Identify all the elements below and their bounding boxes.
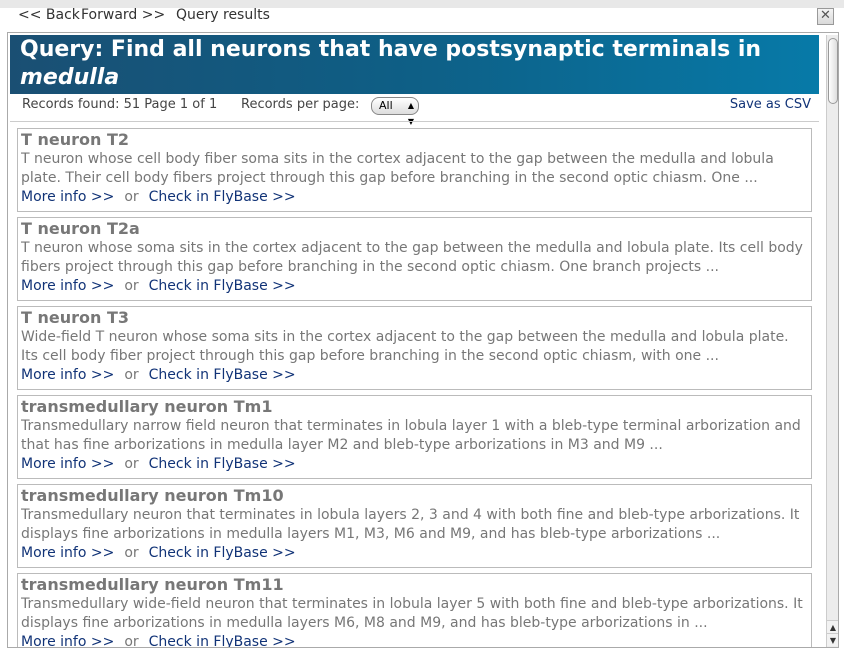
- nav-bar: << Back Forward >> Query results: [0, 5, 844, 27]
- forward-link[interactable]: Forward >>: [81, 7, 165, 23]
- save-as-csv-link[interactable]: Save as CSV: [730, 97, 811, 112]
- more-info-link[interactable]: More info >>: [21, 545, 114, 561]
- query-term-medulla: medulla: [20, 65, 120, 90]
- or-separator: or: [124, 278, 139, 294]
- page-title: Query results: [176, 7, 270, 23]
- result-description: Wide-field T neuron whose soma sits in t…: [21, 329, 789, 364]
- result-title: T neuron T3: [21, 308, 130, 327]
- result-title: transmedullary neuron Tm1: [21, 397, 273, 416]
- list-item: transmedullary neuron Tm10 Transmedullar…: [17, 484, 812, 568]
- check-flybase-link[interactable]: Check in FlyBase >>: [149, 456, 296, 472]
- more-info-link[interactable]: More info >>: [21, 367, 114, 383]
- scroll-up-icon[interactable]: ▲: [827, 620, 838, 633]
- records-per-page-select[interactable]: All ▲▼: [371, 97, 419, 126]
- result-description: T neuron whose cell body fiber soma sits…: [21, 151, 774, 186]
- list-item: transmedullary neuron Tm11 Transmedullar…: [17, 573, 812, 648]
- select-arrows-icon: ▲▼: [407, 101, 414, 126]
- query-line-1: Query: Find all neurons that have postsy…: [20, 36, 809, 92]
- result-description: Transmedullary wide-field neuron that te…: [21, 596, 803, 631]
- result-links: More info >> or Check in FlyBase >>: [21, 455, 808, 474]
- or-separator: or: [124, 634, 139, 648]
- check-flybase-link[interactable]: Check in FlyBase >>: [149, 634, 296, 647]
- list-item: T neuron T3 Wide-field T neuron whose so…: [17, 306, 812, 390]
- result-links: More info >> or Check in FlyBase >>: [21, 633, 808, 648]
- more-info-link[interactable]: More info >>: [21, 456, 114, 472]
- more-info-link[interactable]: More info >>: [21, 189, 114, 205]
- result-links: More info >> or Check in FlyBase >>: [21, 544, 808, 563]
- result-title: transmedullary neuron Tm10: [21, 486, 284, 505]
- result-title: transmedullary neuron Tm11: [21, 575, 284, 594]
- more-info-link[interactable]: More info >>: [21, 634, 114, 647]
- records-found: Records found: 51 Page 1 of 1: [22, 97, 218, 112]
- vertical-scrollbar[interactable]: ▲ ▼: [826, 35, 838, 647]
- results-list: T neuron T2 T neuron whose cell body fib…: [17, 128, 812, 648]
- result-links: More info >> or Check in FlyBase >>: [21, 277, 808, 296]
- result-description: T neuron whose soma sits in the cortex a…: [21, 240, 803, 275]
- scrollbar-thumb[interactable]: [828, 38, 838, 104]
- query-text-1: Query: Find all neurons that have postsy…: [20, 37, 762, 62]
- check-flybase-link[interactable]: Check in FlyBase >>: [149, 545, 296, 561]
- divider: [10, 121, 819, 122]
- close-icon[interactable]: ✕: [817, 8, 834, 25]
- list-item: transmedullary neuron Tm1 Transmedullary…: [17, 395, 812, 479]
- or-separator: or: [124, 367, 139, 383]
- or-separator: or: [124, 456, 139, 472]
- scroll-down-icon[interactable]: ▼: [827, 633, 838, 646]
- back-link[interactable]: << Back: [18, 7, 80, 23]
- list-item: T neuron T2a T neuron whose soma sits in…: [17, 217, 812, 301]
- result-links: More info >> or Check in FlyBase >>: [21, 366, 808, 385]
- records-per-page-label: Records per page:: [241, 97, 360, 112]
- info-bar: Records found: 51 Page 1 of 1 Records pe…: [10, 94, 819, 126]
- result-description: Transmedullary neuron that terminates in…: [21, 507, 800, 542]
- result-title: T neuron T2: [21, 130, 130, 149]
- result-title: T neuron T2a: [21, 219, 140, 238]
- result-description: Transmedullary narrow field neuron that …: [21, 418, 801, 453]
- check-flybase-link[interactable]: Check in FlyBase >>: [149, 367, 296, 383]
- check-flybase-link[interactable]: Check in FlyBase >>: [149, 189, 296, 205]
- records-per-page-value: All: [379, 99, 393, 112]
- or-separator: or: [124, 189, 139, 205]
- check-flybase-link[interactable]: Check in FlyBase >>: [149, 278, 296, 294]
- results-panel: Query: Find all neurons that have postsy…: [7, 32, 839, 648]
- query-header: Query: Find all neurons that have postsy…: [10, 35, 819, 118]
- list-item: T neuron T2 T neuron whose cell body fib…: [17, 128, 812, 212]
- or-separator: or: [124, 545, 139, 561]
- result-links: More info >> or Check in FlyBase >>: [21, 188, 808, 207]
- more-info-link[interactable]: More info >>: [21, 278, 114, 294]
